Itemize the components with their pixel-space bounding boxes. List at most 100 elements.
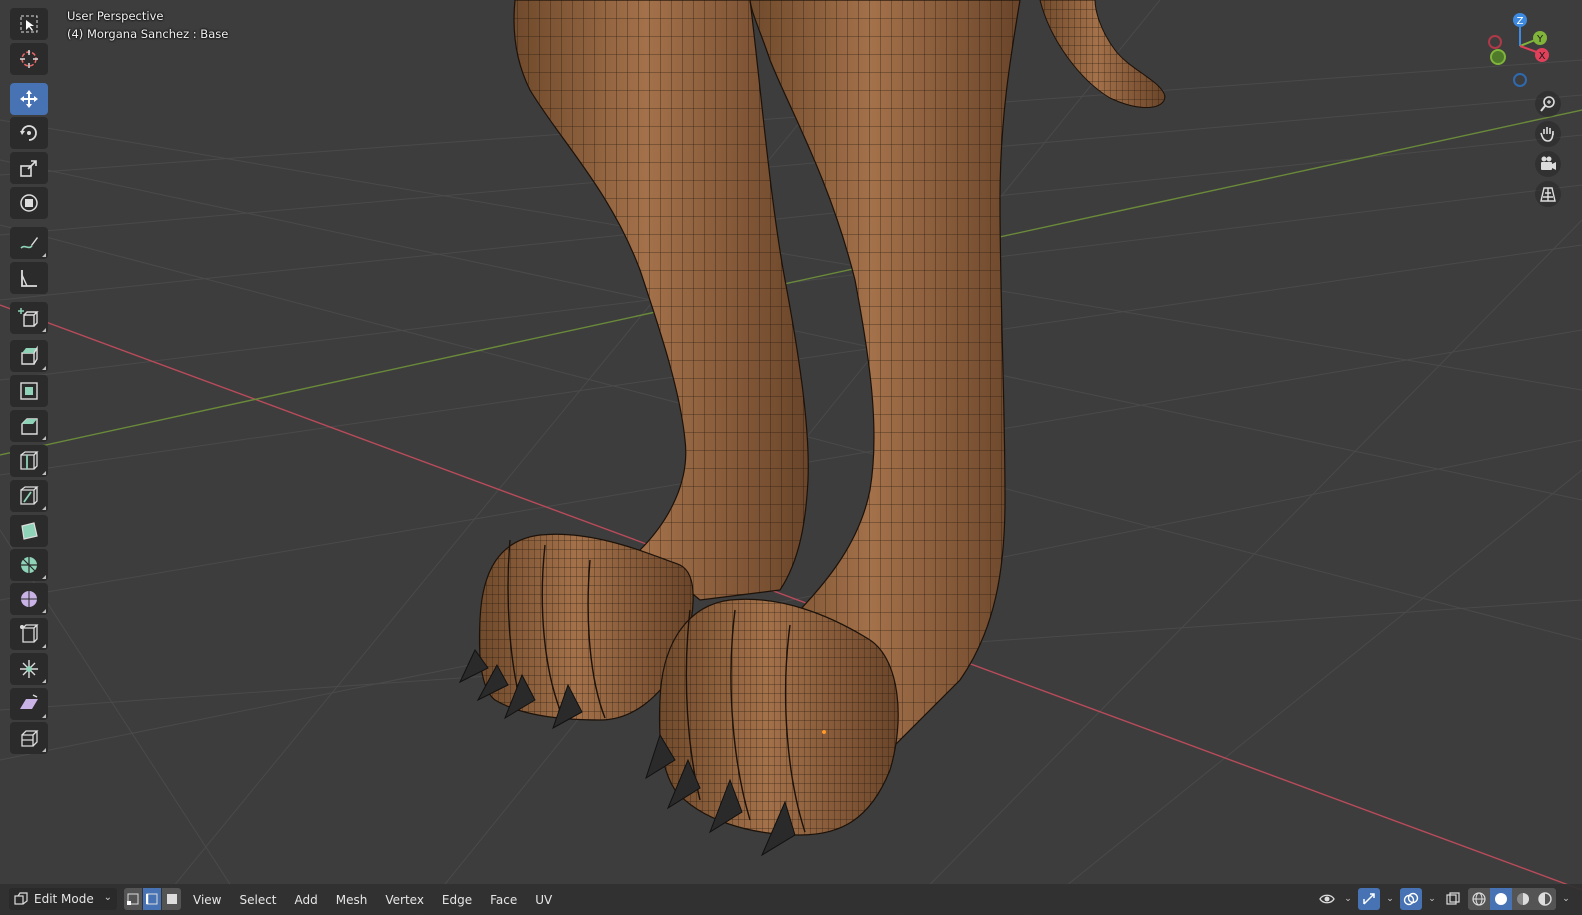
move-tool[interactable] [10,83,48,115]
tail-mesh [1039,0,1166,109]
menu-edge[interactable]: Edge [433,889,481,911]
viewport-canvas[interactable] [0,0,1582,915]
3d-viewport[interactable]: User Perspective (4) Morgana Sanchez : B… [0,0,1582,915]
xray-toggle-button[interactable] [1442,888,1464,910]
header-right-controls: ⌄ ⌄ ⌄ ⌄ [1316,888,1572,910]
vertex-select-icon [127,893,139,905]
loop-cut-icon [20,451,39,470]
navigation-gizmo[interactable]: Z Y X [1478,8,1568,98]
poly-build-tool[interactable] [10,515,48,547]
inset-icon [20,382,38,400]
zoom-icon [1540,96,1555,112]
gizmo-neg-z[interactable] [1513,73,1527,87]
gizmo-y-label: Y [1536,34,1544,45]
chevron-down-icon[interactable]: ⌄ [1560,894,1572,904]
overlays-toggle-button[interactable] [1400,888,1422,910]
overlays-icon [1403,892,1419,906]
menu-select[interactable]: Select [230,889,285,911]
knife-tool[interactable] [10,480,48,512]
xray-icon [1446,892,1460,905]
object-origin-dot [822,730,826,734]
bevel-tool[interactable] [10,410,48,442]
edge-select-icon [146,893,158,905]
extrude-icon [21,345,38,365]
chevron-down-icon[interactable]: ⌄ [1384,894,1396,904]
eye-icon [1319,894,1335,904]
pan-button[interactable] [1535,121,1561,147]
edge-select-button[interactable] [143,888,162,910]
gizmo-neg-y[interactable] [1490,49,1506,65]
camera-view-button[interactable] [1535,151,1561,177]
smooth-tool[interactable] [10,583,48,615]
hand-icon [1540,127,1554,142]
menu-face[interactable]: Face [481,889,526,911]
loop-cut-tool[interactable] [10,445,48,477]
shear-icon [20,694,38,709]
shear-tool[interactable] [10,688,48,720]
mode-dropdown[interactable]: Edit Mode ⌄ [9,888,117,910]
bevel-icon [21,418,38,435]
transform-icon [20,194,38,212]
zoom-button[interactable] [1535,91,1561,117]
rotate-icon [20,125,37,141]
shrink-fatten-tool[interactable] [10,653,48,685]
cursor-tool[interactable] [10,43,48,75]
select-box-tool[interactable] [10,8,48,40]
smooth-icon [21,591,37,607]
perspective-toggle-button[interactable] [1535,181,1561,207]
select-box-icon [20,15,38,33]
move-icon [20,90,38,108]
scale-tool[interactable] [10,152,48,184]
spin-tool[interactable] [10,549,48,581]
wireframe-icon [1472,892,1486,906]
material-sphere-icon [1517,893,1529,905]
face-select-button[interactable] [162,888,181,910]
shrink-fatten-icon [20,660,38,678]
menu-view[interactable]: View [184,889,230,911]
material-shading-button[interactable] [1512,888,1534,910]
annotate-icon [20,237,38,249]
measure-icon [21,270,37,287]
measure-tool[interactable] [10,262,48,294]
gizmo-x-label: X [1539,51,1546,62]
inset-faces-tool[interactable] [10,375,48,407]
rip-region-icon [21,730,39,747]
rip-region-tool[interactable] [10,722,48,754]
camera-icon [1541,156,1556,170]
solid-shading-button[interactable] [1490,888,1512,910]
visibility-button[interactable] [1316,888,1338,910]
menu-mesh[interactable]: Mesh [327,889,377,911]
poly-build-icon [21,522,38,540]
viewport-object-label: (4) Morgana Sanchez : Base [67,27,229,41]
viewport-header: Edit Mode ⌄ View Select Add Mesh Vertex … [0,884,1582,915]
shading-mode-group [1468,888,1556,910]
edge-slide-icon [20,624,39,643]
rotate-tool[interactable] [10,117,48,149]
header-menus: View Select Add Mesh Vertex Edge Face UV [184,884,561,915]
chevron-down-icon: ⌄ [103,892,112,903]
edge-slide-tool[interactable] [10,618,48,650]
gizmo-toggle-button[interactable] [1358,888,1380,910]
menu-add[interactable]: Add [286,889,327,911]
solid-sphere-icon [1495,893,1507,905]
extrude-tool[interactable] [10,340,48,372]
chevron-down-icon[interactable]: ⌄ [1342,894,1354,904]
spin-icon [21,557,37,573]
rendered-shading-button[interactable] [1534,888,1556,910]
menu-uv[interactable]: UV [526,889,561,911]
wireframe-shading-button[interactable] [1468,888,1490,910]
menu-vertex[interactable]: Vertex [376,889,433,911]
gizmo-z-label: Z [1517,16,1524,27]
scale-icon [20,160,37,177]
viewport-title: User Perspective [67,9,164,23]
add-cube-tool[interactable] [10,302,48,334]
chevron-down-icon[interactable]: ⌄ [1426,894,1438,904]
select-mode-group [124,888,181,910]
gizmo-neg-x[interactable] [1488,35,1502,49]
cursor-icon [20,50,38,68]
transform-tool[interactable] [10,187,48,219]
vertex-select-button[interactable] [124,888,143,910]
mode-label: Edit Mode [34,892,94,906]
annotate-tool[interactable] [10,227,48,259]
knife-icon [20,486,39,505]
